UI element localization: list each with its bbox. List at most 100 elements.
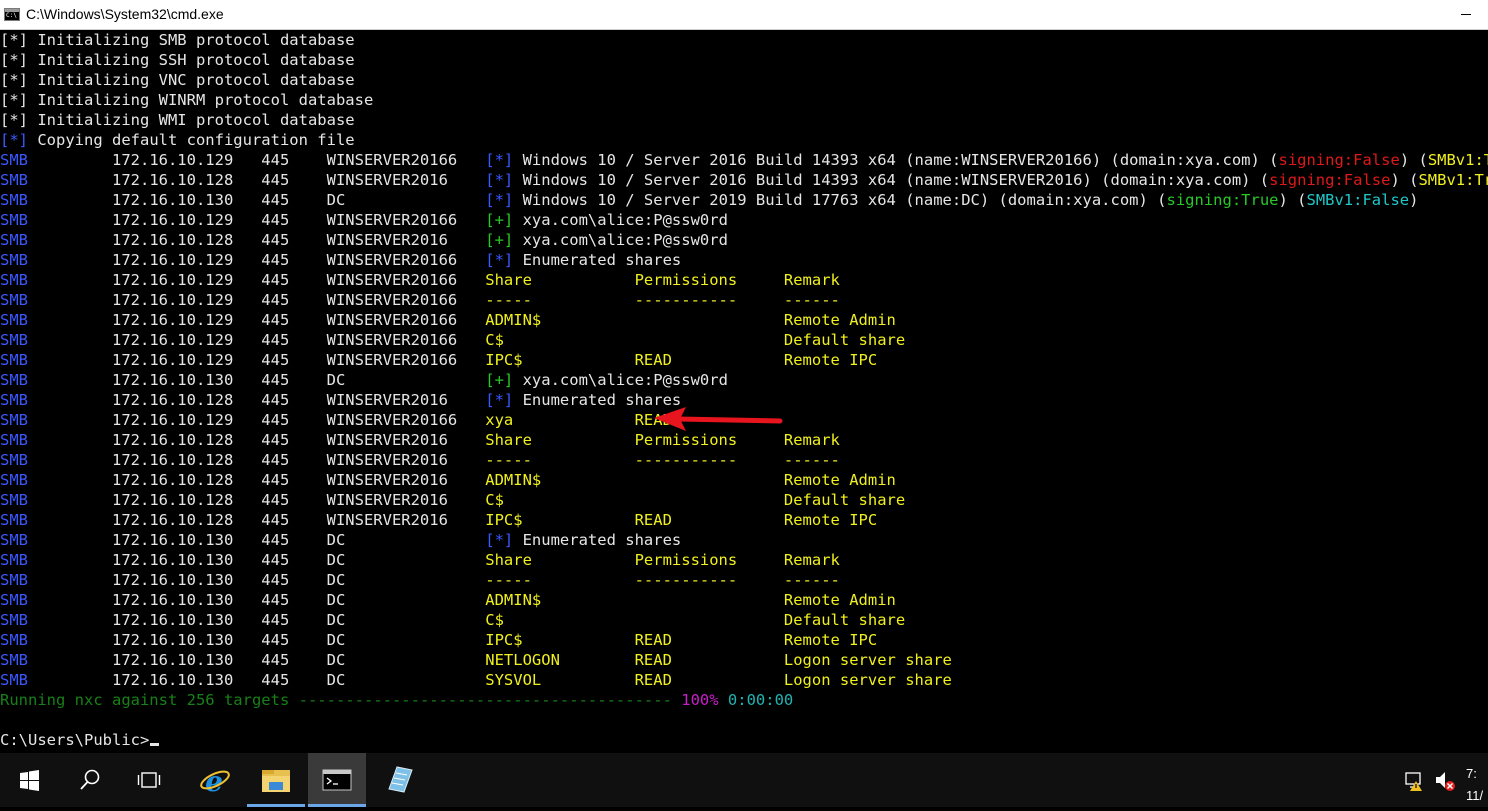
console-text-segment: SMB — [0, 671, 28, 689]
console-line: SMB 172.16.10.128 445 WINSERVER2016 [*] … — [0, 170, 1488, 190]
console-text-segment: C$ Default share — [485, 611, 906, 629]
console-text-segment: [+] — [485, 211, 514, 229]
console-text-segment: 172.16.10.128 445 WINSERVER2016 — [28, 171, 486, 189]
console-text-segment: ) ( — [1278, 191, 1307, 209]
console-line: SMB 172.16.10.130 445 DC IPC$ READ Remot… — [0, 630, 877, 650]
network-tray-button[interactable] — [1402, 753, 1426, 807]
console-text-segment: 0:00:00 — [718, 691, 794, 709]
console-text-segment: Windows 10 / Server 2016 Build 14393 x64… — [513, 171, 1270, 189]
console-line: SMB 172.16.10.130 445 DC C$ Default shar… — [0, 610, 905, 630]
console-text-segment: C$ Default share — [485, 491, 906, 509]
console-text-segment: [*] — [0, 111, 28, 129]
console-text-segment: [*] — [0, 51, 28, 69]
console-text-segment: 172.16.10.128 445 WINSERVER2016 — [28, 231, 486, 249]
clock-date: 11/ — [1466, 788, 1484, 803]
console-text-segment: SMBv1:True — [1418, 171, 1488, 189]
console-text-segment: signing:False — [1269, 171, 1391, 189]
console-text-segment: [*] — [0, 31, 28, 49]
internet-explorer-button[interactable]: e — [185, 753, 243, 807]
console-text-segment: 172.16.10.129 445 WINSERVER20166 — [28, 331, 486, 349]
console-text-segment: Windows 10 / Server 2016 Build 14393 x64… — [513, 151, 1279, 169]
text-cursor — [150, 743, 160, 746]
console-text-segment: SMB — [0, 451, 28, 469]
console-text-segment: Initializing SMB protocol database — [28, 31, 355, 49]
task-view-button[interactable] — [120, 753, 178, 807]
console-text-segment: 172.16.10.128 445 WINSERVER2016 — [28, 391, 486, 409]
minimize-button[interactable] — [1461, 14, 1471, 15]
console-text-segment: SMB — [0, 211, 28, 229]
console-line: SMB 172.16.10.130 445 DC [+] xya.com\ali… — [0, 370, 728, 390]
console-text-segment: 172.16.10.129 445 WINSERVER20166 — [28, 291, 486, 309]
console-text-segment: xya.com\alice:P@ssw0rd — [513, 371, 728, 389]
console-line: SMB 172.16.10.128 445 WINSERVER2016 [+] … — [0, 230, 728, 250]
notepad-button[interactable] — [370, 753, 428, 807]
taskbar: e 7: 11/ — [0, 753, 1488, 807]
console-text-segment: SMB — [0, 571, 28, 589]
console-text-segment: SMB — [0, 631, 28, 649]
console-line: SMB 172.16.10.130 445 DC ----- ---------… — [0, 570, 840, 590]
console-line: SMB 172.16.10.128 445 WINSERVER2016 C$ D… — [0, 490, 905, 510]
console-text-segment: [*] — [485, 191, 514, 209]
console-line: SMB 172.16.10.128 445 WINSERVER2016 ADMI… — [0, 470, 896, 490]
volume-tray-button[interactable] — [1430, 753, 1460, 807]
console-text-segment: [*] — [0, 91, 28, 109]
console-text-segment: 172.16.10.130 445 DC — [28, 631, 486, 649]
console-text-segment: Copying default configuration file — [28, 131, 355, 149]
console-line: SMB 172.16.10.130 445 DC NETLOGON READ L… — [0, 650, 952, 670]
console-text-segment: Running nxc against 256 targets — [0, 691, 299, 709]
console-text-segment: 172.16.10.128 445 WINSERVER2016 — [28, 451, 486, 469]
console-text-segment: 172.16.10.129 445 WINSERVER20166 — [28, 151, 486, 169]
console-text-segment: 172.16.10.129 445 WINSERVER20166 — [28, 411, 486, 429]
window-title-bar[interactable]: C:\Windows\System32\cmd.exe — [0, 0, 1488, 30]
console-text-segment: 172.16.10.130 445 DC — [28, 611, 486, 629]
console-text-segment: [*] — [485, 171, 514, 189]
console-text-segment: 172.16.10.129 445 WINSERVER20166 — [28, 271, 486, 289]
console-text-segment: Enumerated shares — [513, 531, 682, 549]
console-line: SMB 172.16.10.128 445 WINSERVER2016 IPC$… — [0, 510, 877, 530]
console-text-segment: SMB — [0, 311, 28, 329]
console-output[interactable]: [*] Initializing SMB protocol database [*… — [0, 30, 1488, 753]
command-prompt-icon — [322, 769, 352, 791]
network-warning-icon — [1405, 772, 1422, 791]
console-line: SMB 172.16.10.129 445 WINSERVER20166 Sha… — [0, 270, 840, 290]
console-text-segment: C$ Default share — [485, 331, 906, 349]
command-prompt-button[interactable] — [308, 753, 366, 807]
console-text-segment: Share Permissions Remark — [485, 271, 840, 289]
console-text-segment: 172.16.10.128 445 WINSERVER2016 — [28, 471, 486, 489]
console-text-segment: SMB — [0, 271, 28, 289]
console-text-segment: SMB — [0, 231, 28, 249]
console-text-segment: ----- ----------- ------ — [485, 571, 840, 589]
console-text-segment: signing:False — [1278, 151, 1400, 169]
console-text-segment: SMB — [0, 291, 28, 309]
console-text-segment: xya READ — [485, 411, 672, 429]
console-text-segment: 172.16.10.130 445 DC — [28, 191, 486, 209]
console-text-segment: xya.com\alice:P@ssw0rd — [513, 211, 728, 229]
console-text-segment: SMB — [0, 551, 28, 569]
console-line: SMB 172.16.10.129 445 WINSERVER20166 ADM… — [0, 310, 896, 330]
console-text-segment: SMB — [0, 611, 28, 629]
file-explorer-button[interactable] — [247, 753, 305, 807]
search-button[interactable] — [60, 753, 118, 807]
console-text-segment: SMB — [0, 371, 28, 389]
console-text-segment: 172.16.10.128 445 WINSERVER2016 — [28, 431, 486, 449]
start-button[interactable] — [0, 753, 58, 807]
taskbar-clock[interactable]: 7: 11/ — [1466, 763, 1483, 807]
console-line: SMB 172.16.10.130 445 DC SYSVOL READ Log… — [0, 670, 952, 690]
console-text-segment: 172.16.10.128 445 WINSERVER2016 — [28, 491, 486, 509]
console-text-segment: 172.16.10.129 445 WINSERVER20166 — [28, 311, 486, 329]
folder-icon — [262, 770, 290, 792]
console-text-segment: ADMIN$ Remote Admin — [485, 591, 896, 609]
console-text-segment: [*] — [485, 151, 514, 169]
console-text-segment: ---------------------------------------- — [298, 691, 672, 709]
console-line: SMB 172.16.10.130 445 DC Share Permissio… — [0, 550, 840, 570]
console-text-segment: 172.16.10.129 445 WINSERVER20166 — [28, 351, 486, 369]
console-text-segment: [+] — [485, 231, 514, 249]
console-text-segment: ) ( — [1399, 151, 1428, 169]
search-icon — [80, 769, 100, 790]
cmd-app-icon[interactable] — [4, 8, 20, 21]
console-line: Running nxc against 256 targets --------… — [0, 690, 793, 710]
console-text-segment: IPC$ READ Remote IPC — [485, 351, 878, 369]
console-line: [*] Initializing WMI protocol database — [0, 110, 355, 130]
console-text-segment: SMB — [0, 511, 28, 529]
console-text-segment: 172.16.10.130 445 DC — [28, 591, 486, 609]
